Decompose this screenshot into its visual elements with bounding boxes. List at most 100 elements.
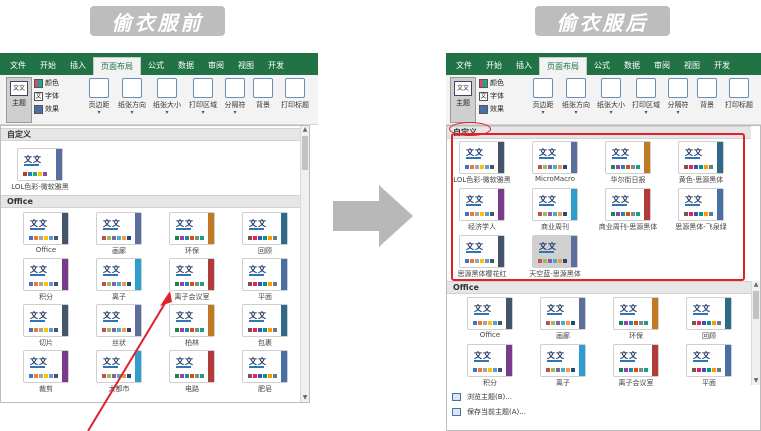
tab-home[interactable]: 开始	[33, 57, 63, 75]
size-icon	[157, 78, 177, 98]
scroll-thumb[interactable]	[753, 291, 759, 319]
tab-file[interactable]: 文件	[0, 57, 33, 75]
orientation-button[interactable]: 纸张方向 ▾	[561, 78, 591, 116]
theme-label: 切片	[39, 339, 53, 347]
colors-button[interactable]: 颜色	[34, 77, 59, 89]
banner-after: 偷衣服后	[535, 6, 670, 36]
theme-thumb[interactable]: 文文	[467, 297, 513, 330]
tab-view[interactable]: 视图	[677, 57, 707, 75]
print-area-button[interactable]: 打印区域 ▾	[631, 78, 661, 116]
theme-thumb[interactable]: 文文	[686, 297, 732, 330]
theme-thumb[interactable]: 文文	[169, 304, 215, 337]
effects-button[interactable]: 效果	[479, 103, 504, 115]
theme-label: 画廊	[112, 247, 126, 255]
theme-thumb[interactable]: 文文	[242, 350, 288, 383]
tab-page-layout[interactable]: 页面布局	[539, 57, 587, 75]
tab-insert[interactable]: 插入	[63, 57, 93, 75]
theme-label: LOL色彩-微软雅黑	[11, 183, 69, 191]
margins-icon	[89, 78, 109, 98]
theme-thumb[interactable]: 文文	[96, 258, 142, 291]
tab-view[interactable]: 视图	[231, 57, 261, 75]
size-icon	[601, 78, 621, 98]
theme-thumb[interactable]: 文文	[613, 344, 659, 377]
theme-thumb[interactable]: 文文	[23, 350, 69, 383]
theme-thumb[interactable]: 文文	[540, 344, 586, 377]
themes-gallery: 自定义 文文 LOL色彩-微软雅黑 Office 文文 Office 文文 画廊 文文环…	[0, 125, 310, 403]
colors-button[interactable]: 颜色	[479, 77, 504, 89]
theme-thumb[interactable]: 文文	[96, 350, 142, 383]
theme-thumb[interactable]: 文文	[242, 304, 288, 337]
theme-thumb[interactable]: 文文	[169, 258, 215, 291]
size-button[interactable]: 纸张大小 ▾	[596, 78, 626, 116]
tab-formulas[interactable]: 公式	[141, 57, 171, 75]
folder-icon	[452, 393, 461, 401]
scroll-down-icon[interactable]: ▼	[752, 377, 760, 385]
theme-thumb[interactable]: 文文	[169, 350, 215, 383]
theme-thumb[interactable]: 文文	[23, 212, 69, 245]
theme-label: 离子会议室	[174, 293, 210, 301]
tab-insert[interactable]: 插入	[509, 57, 539, 75]
tab-review[interactable]: 审阅	[647, 57, 677, 75]
background-icon	[253, 78, 273, 98]
print-titles-button[interactable]: 打印标题	[724, 78, 754, 110]
breaks-button[interactable]: 分隔符 ▾	[663, 78, 693, 116]
fonts-button[interactable]: 文字体	[34, 90, 59, 102]
save-theme-item[interactable]: 保存当前主题(A)...	[447, 406, 760, 418]
theme-thumb[interactable]: 文文	[17, 148, 63, 181]
chevron-down-icon: ▾	[541, 109, 545, 116]
scroll-down-icon[interactable]: ▼	[301, 394, 309, 402]
gallery-scrollbar[interactable]: ▲ ▼	[751, 281, 760, 385]
theme-label: 大都市	[108, 385, 130, 393]
theme-thumb[interactable]: 文文	[96, 212, 142, 245]
scroll-up-icon[interactable]: ▲	[752, 281, 760, 289]
theme-thumb[interactable]: 文文	[686, 344, 732, 377]
theme-thumb[interactable]: 文文	[613, 297, 659, 330]
theme-thumb[interactable]: 文文	[242, 258, 288, 291]
print-titles-button[interactable]: 打印标题	[280, 78, 310, 110]
themes-button[interactable]: 文文 主题	[450, 77, 476, 123]
chevron-down-icon: ▾	[644, 109, 648, 116]
effects-icon	[34, 104, 43, 114]
chevron-down-icon: ▾	[201, 109, 205, 116]
background-button[interactable]: 背景	[248, 78, 278, 110]
theme-thumb[interactable]: 文文	[169, 212, 215, 245]
fonts-button[interactable]: 文字体	[479, 90, 504, 102]
theme-thumb[interactable]: 文文	[467, 344, 513, 377]
tab-file[interactable]: 文件	[446, 57, 479, 75]
theme-thumb[interactable]: 文文	[242, 212, 288, 245]
tab-developer[interactable]: 开发	[707, 57, 737, 75]
tab-page-layout[interactable]: 页面布局	[93, 57, 141, 75]
effects-button[interactable]: 效果	[34, 103, 59, 115]
theme-label: Office	[35, 246, 57, 254]
tab-data[interactable]: 数据	[617, 57, 647, 75]
orientation-button[interactable]: 纸张方向 ▾	[117, 78, 147, 116]
tab-developer[interactable]: 开发	[261, 57, 291, 75]
office-section-header: Office	[1, 195, 300, 208]
tab-review[interactable]: 审阅	[201, 57, 231, 75]
browse-themes-item[interactable]: 浏览主题(B)...	[447, 391, 760, 403]
theme-thumb[interactable]: 文文	[96, 304, 142, 337]
themes-button[interactable]: 文文 主题	[6, 77, 32, 123]
panel-before: 文件 开始 插入 页面布局 公式 数据 审阅 视图 开发 文文 主题 颜色 文字…	[0, 53, 318, 403]
chevron-down-icon: ▾	[165, 109, 169, 116]
theme-thumb[interactable]: 文文	[540, 297, 586, 330]
scroll-thumb[interactable]	[302, 136, 308, 170]
size-button[interactable]: 纸张大小 ▾	[152, 78, 182, 116]
margins-button[interactable]: 页边距 ▾	[528, 78, 558, 116]
theme-thumb[interactable]: 文文	[23, 258, 69, 291]
tab-formulas[interactable]: 公式	[587, 57, 617, 75]
tab-home[interactable]: 开始	[479, 57, 509, 75]
theme-thumb[interactable]: 文文	[23, 304, 69, 337]
breaks-button[interactable]: 分隔符 ▾	[220, 78, 250, 116]
themes-label: 主题	[456, 99, 470, 107]
scroll-up-icon[interactable]: ▲	[301, 126, 309, 134]
theme-label: 平面	[702, 379, 716, 387]
tab-data[interactable]: 数据	[171, 57, 201, 75]
print-area-button[interactable]: 打印区域 ▾	[188, 78, 218, 116]
colors-icon	[34, 78, 43, 88]
theme-label: 回顾	[258, 247, 272, 255]
margins-button[interactable]: 页边距 ▾	[84, 78, 114, 116]
ribbon-tabs: 文件 开始 插入 页面布局 公式 数据 审阅 视图 开发	[0, 53, 318, 75]
gallery-scrollbar[interactable]: ▲ ▼	[300, 126, 309, 402]
background-button[interactable]: 背景	[692, 78, 722, 110]
